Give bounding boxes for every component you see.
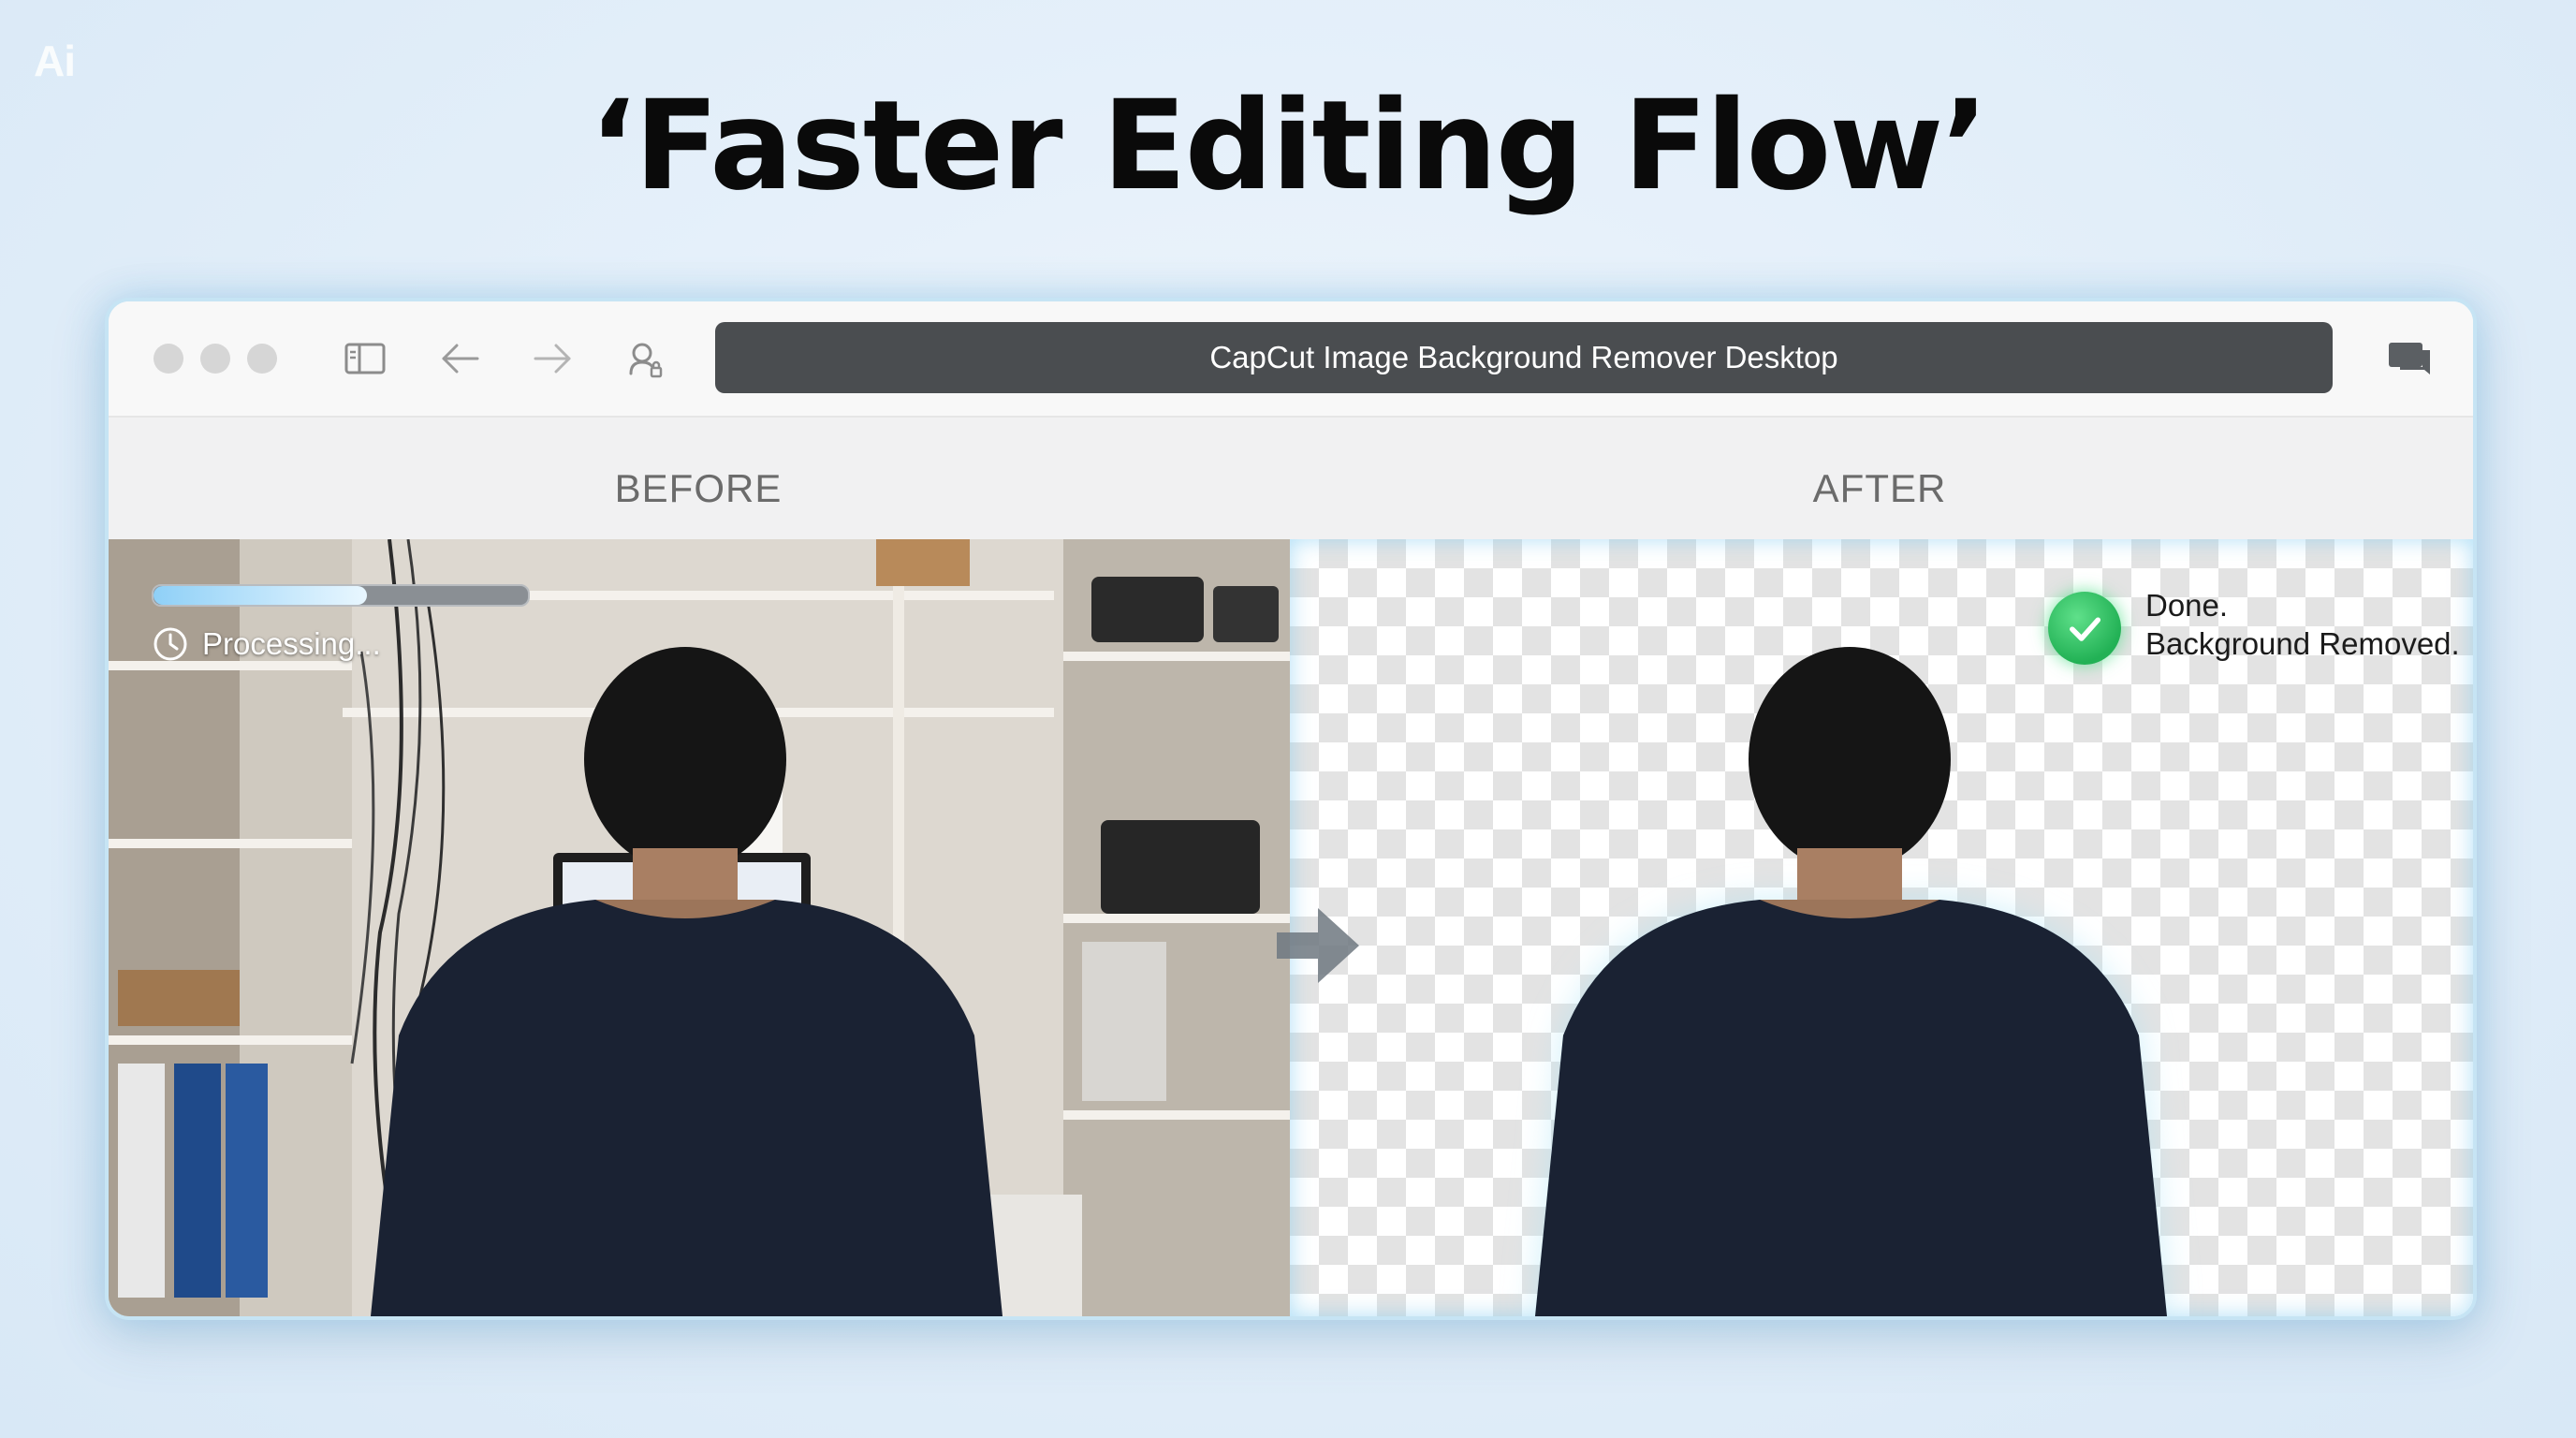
right-arrow-icon bbox=[1277, 901, 1359, 990]
processing-status: Processing... bbox=[152, 625, 381, 663]
before-label: BEFORE bbox=[614, 466, 783, 510]
page-title: ‘Faster Editing Flow’ bbox=[589, 74, 1989, 218]
after-label: AFTER bbox=[1812, 466, 1947, 510]
chat-icon[interactable] bbox=[2385, 337, 2434, 382]
ai-watermark: Ai bbox=[34, 37, 76, 85]
processing-text: Processing... bbox=[202, 626, 381, 661]
back-arrow-icon[interactable] bbox=[434, 332, 487, 385]
done-title: Done. bbox=[2145, 588, 2229, 623]
privacy-icon[interactable] bbox=[618, 332, 670, 385]
before-image-panel: Processing... bbox=[109, 539, 1290, 1316]
title-bar: CapCut Image Background Remover Desktop bbox=[109, 301, 2473, 418]
progress-bar-fill bbox=[154, 586, 367, 605]
checkmark-icon bbox=[2048, 592, 2121, 665]
address-bar[interactable]: CapCut Image Background Remover Desktop bbox=[715, 322, 2333, 393]
window-close-dot-icon[interactable] bbox=[154, 344, 183, 374]
window-maximize-dot-icon[interactable] bbox=[247, 344, 277, 374]
progress-bar bbox=[152, 584, 530, 607]
done-status: Done. Background Removed. bbox=[2048, 586, 2460, 665]
address-bar-text: CapCut Image Background Remover Desktop bbox=[1209, 340, 1838, 374]
done-subtitle: Background Removed. bbox=[2145, 626, 2460, 662]
browser-window: CapCut Image Background Remover Desktop … bbox=[105, 298, 2477, 1320]
clock-icon bbox=[154, 627, 187, 661]
forward-arrow-icon[interactable] bbox=[526, 332, 578, 385]
comparison-header: BEFORE AFTER bbox=[109, 418, 2473, 539]
sidebar-toggle-icon[interactable] bbox=[339, 332, 391, 385]
after-image-panel: Done. Background Removed. bbox=[1290, 539, 2473, 1316]
window-minimize-dot-icon[interactable] bbox=[200, 344, 230, 374]
